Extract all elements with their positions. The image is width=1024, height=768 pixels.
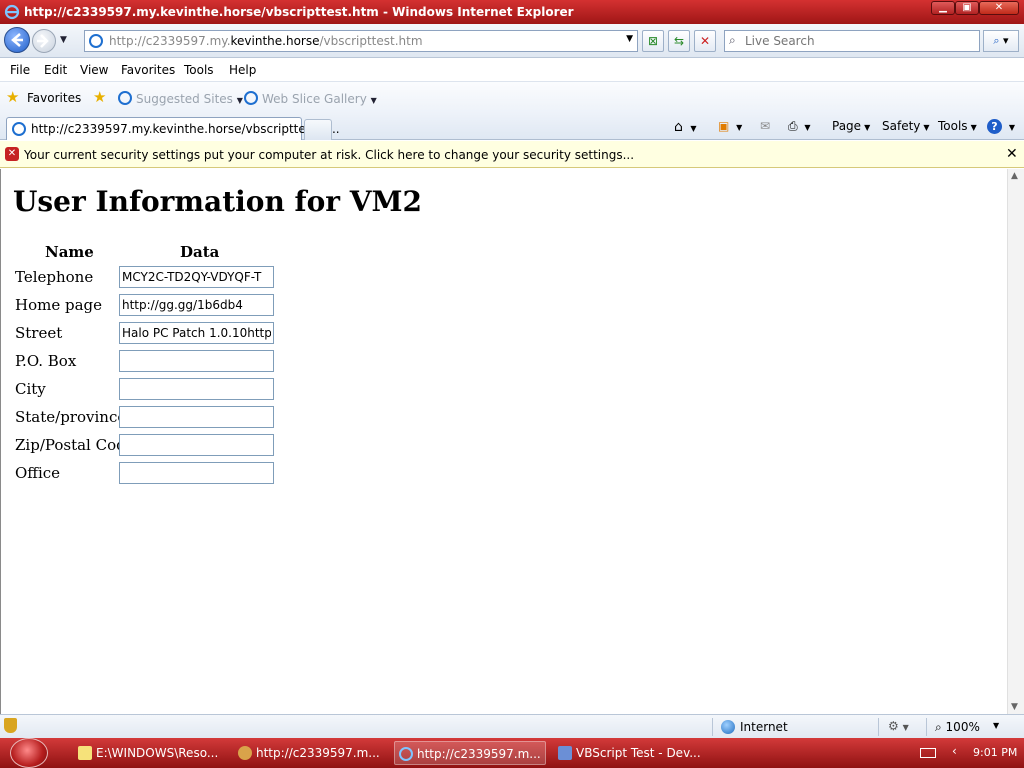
folder-icon xyxy=(78,746,92,760)
internet-globe-icon xyxy=(721,720,735,734)
web-slice-gallery-link[interactable]: Web Slice Gallery ▼ xyxy=(244,91,377,106)
ie-page-icon xyxy=(118,91,132,105)
browser-icon xyxy=(238,746,252,760)
favorites-star-icon: ★ xyxy=(6,88,20,106)
menu-favorites[interactable]: Favorites xyxy=(121,63,175,77)
search-input[interactable] xyxy=(745,33,973,49)
tab-row: http://c2339597.my.kevinthe.horse/vbscri… xyxy=(0,114,1024,140)
ie-page-icon xyxy=(244,91,258,105)
taskbar-item-vbscript-test[interactable]: VBScript Test - Dev... xyxy=(554,741,714,765)
page-menu[interactable]: Page ▼ xyxy=(832,119,870,133)
page-heading: User Information for VM2 xyxy=(13,185,422,218)
scroll-up-icon[interactable]: ▲ xyxy=(1011,171,1018,181)
search-icon: ⌕ xyxy=(729,33,736,47)
city-field[interactable] xyxy=(119,378,274,400)
favorites-button[interactable]: Favorites xyxy=(27,91,81,105)
ie-logo-icon xyxy=(4,4,20,20)
favorites-bar: ★ Favorites ★ Suggested Sites ▼ Web Slic… xyxy=(0,82,1024,114)
menu-bar: File Edit View Favorites Tools Help xyxy=(0,58,1024,82)
keyboard-icon[interactable] xyxy=(920,748,936,758)
menu-file[interactable]: File xyxy=(10,63,30,77)
taskbar-item-browser-1[interactable]: http://c2339597.m... xyxy=(234,741,386,765)
tab-active[interactable]: http://c2339597.my.kevinthe.horse/vbscri… xyxy=(6,117,340,140)
taskbar-item-browser-2[interactable]: http://c2339597.m... xyxy=(394,741,546,765)
address-bar[interactable]: http://c2339597.my.kevinthe.horse/vbscri… xyxy=(84,30,638,52)
minimize-button[interactable]: ▁ xyxy=(931,1,955,15)
status-bar: Internet ⚙ ▼ ⌕ 100% ▼ xyxy=(0,714,1024,738)
scroll-down-icon[interactable]: ▼ xyxy=(1011,702,1018,712)
window-titlebar: http://c2339597.my.kevinthe.horse/vbscri… xyxy=(0,0,1024,24)
back-button[interactable] xyxy=(4,27,30,53)
magnifier-icon: ⌕ xyxy=(993,34,1000,47)
address-dropdown-icon[interactable]: ▼ xyxy=(626,34,633,44)
read-mail-icon[interactable]: ✉ xyxy=(760,119,770,133)
add-favorite-icon[interactable]: ★ xyxy=(93,88,106,106)
start-button[interactable] xyxy=(10,738,48,768)
address-url[interactable]: http://c2339597.my.kevinthe.horse/vbscri… xyxy=(109,34,423,48)
label-street: Street xyxy=(15,324,63,342)
navigation-bar: ▼ http://c2339597.my.kevinthe.horse/vbsc… xyxy=(0,24,1024,58)
system-clock[interactable]: 9:01 PM xyxy=(973,746,1017,759)
visual-studio-icon xyxy=(558,746,572,760)
security-shield-icon: ✕ xyxy=(5,147,19,161)
ie-logo-icon xyxy=(399,747,413,761)
window-title: http://c2339597.my.kevinthe.horse/vbscri… xyxy=(24,5,574,19)
menu-view[interactable]: View xyxy=(80,63,108,77)
new-tab-button[interactable] xyxy=(304,119,332,140)
telephone-field[interactable] xyxy=(119,266,274,288)
zone-label[interactable]: Internet xyxy=(740,720,788,734)
taskbar: E:\WINDOWS\Reso... http://c2339597.m... … xyxy=(0,738,1024,768)
back-arrow-icon xyxy=(11,33,23,47)
street-field[interactable] xyxy=(119,322,274,344)
page-icon xyxy=(89,34,103,48)
close-window-button[interactable]: ✕ xyxy=(979,1,1019,15)
protected-mode-icon[interactable]: ⚙ ▼ xyxy=(888,719,909,733)
print-icon[interactable]: ⎙ ▼ xyxy=(788,119,811,134)
zip-postal-code-field[interactable] xyxy=(119,434,274,456)
taskbar-item-explorer[interactable]: E:\WINDOWS\Reso... xyxy=(74,741,224,765)
page-content: User Information for VM2 Name Data Telep… xyxy=(0,169,1007,714)
home-page-field[interactable] xyxy=(119,294,274,316)
label-zip-postal-code: Zip/Postal Code xyxy=(15,436,135,454)
label-telephone: Telephone xyxy=(15,268,94,286)
office-field[interactable] xyxy=(119,462,274,484)
security-info-bar[interactable]: ✕ Your current security settings put you… xyxy=(0,141,1024,168)
refresh-button[interactable]: ⇆ xyxy=(668,30,690,52)
feeds-icon[interactable]: ▣ ▼ xyxy=(718,119,742,133)
tab-title: http://c2339597.my.kevinthe.horse/vbscri… xyxy=(31,122,340,136)
label-office: Office xyxy=(15,464,61,482)
menu-help[interactable]: Help xyxy=(229,63,256,77)
forward-button[interactable] xyxy=(32,29,56,53)
menu-edit[interactable]: Edit xyxy=(44,63,67,77)
po-box-field[interactable] xyxy=(119,350,274,372)
safety-menu[interactable]: Safety ▼ xyxy=(882,119,930,133)
forward-arrow-icon xyxy=(37,34,49,48)
compatibility-view-button[interactable]: ⊠ xyxy=(642,30,664,52)
label-home-page: Home page xyxy=(15,296,103,314)
search-box[interactable]: ⌕ xyxy=(724,30,980,52)
ie-page-icon xyxy=(12,122,26,136)
zoom-dropdown-icon[interactable]: ▼ xyxy=(993,721,999,730)
state-province-field[interactable] xyxy=(119,406,274,428)
label-state-province: State/province xyxy=(15,408,127,426)
menu-tools[interactable]: Tools xyxy=(184,63,214,77)
vertical-scrollbar[interactable]: ▲ ▼ xyxy=(1007,169,1024,714)
security-message[interactable]: Your current security settings put your … xyxy=(24,148,634,162)
search-go-button[interactable]: ⌕ ▾ xyxy=(983,30,1019,52)
zoom-level[interactable]: ⌕ 100% xyxy=(935,720,980,735)
label-po-box: P.O. Box xyxy=(15,352,77,370)
label-city: City xyxy=(15,380,46,398)
maximize-button[interactable]: ▣ xyxy=(955,1,979,15)
column-header-name: Name xyxy=(45,243,94,261)
close-infobar-icon[interactable]: ✕ xyxy=(1006,146,1018,162)
stop-button[interactable]: ✕ xyxy=(694,30,716,52)
help-icon[interactable]: ? ▼ xyxy=(987,119,1015,134)
tray-expand-icon[interactable]: ‹ xyxy=(952,744,957,758)
column-header-data: Data xyxy=(180,243,220,261)
suggested-sites-link[interactable]: Suggested Sites ▼ xyxy=(118,91,243,106)
recent-pages-dropdown-icon[interactable]: ▼ xyxy=(60,35,67,45)
security-status-icon[interactable] xyxy=(4,718,17,733)
home-icon[interactable]: ⌂ ▼ xyxy=(674,119,697,135)
tools-menu[interactable]: Tools ▼ xyxy=(938,119,977,133)
